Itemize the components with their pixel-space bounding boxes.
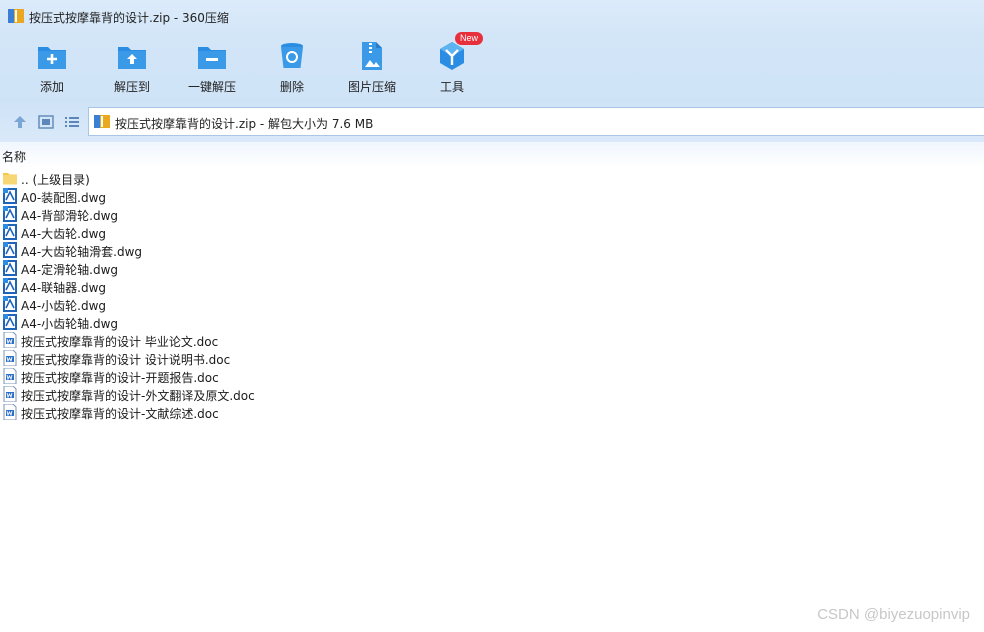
doc-file-icon [3, 404, 17, 420]
dwg-file-icon [3, 314, 17, 330]
new-badge: New [455, 32, 484, 45]
add-button[interactable]: 添加 [20, 34, 84, 100]
one-click-extract-button[interactable]: 一键解压 [180, 34, 244, 100]
doc-file-icon [3, 332, 17, 348]
add-folder-icon [38, 47, 66, 69]
file-row[interactable]: A4-背部滑轮.dwg [0, 205, 400, 223]
file-list: .. (上级目录) A0-装配图.dwg A4-背部滑轮.dwg A4-大齿轮.dwg… [0, 169, 400, 421]
zip-app-icon [8, 9, 24, 23]
file-name: 按压式按摩靠背的设计-文献综述.doc [21, 407, 219, 421]
file-row[interactable]: A4-定滑轮轴.dwg [0, 259, 400, 277]
file-name: .. (上级目录) [21, 173, 90, 187]
thumbnail-view-icon[interactable] [37, 113, 55, 131]
file-row[interactable]: 按压式按摩靠背的设计 设计说明书.doc [0, 349, 400, 367]
delete-label: 删除 [279, 80, 304, 94]
path-text: 按压式按摩靠背的设计.zip - 解包大小为 7.6 MB [115, 117, 374, 131]
file-name: 按压式按摩靠背的设计-开题报告.doc [21, 371, 219, 385]
doc-file-icon [3, 350, 17, 366]
address-bar: 按压式按摩靠背的设计.zip - 解包大小为 7.6 MB [0, 102, 984, 142]
list-view-icon[interactable] [63, 113, 81, 131]
file-name: A4-定滑轮轴.dwg [21, 263, 119, 277]
file-row[interactable]: .. (上级目录) [0, 169, 400, 187]
image-compress-icon [362, 42, 382, 70]
delete-icon [281, 43, 303, 68]
file-name: A4-大齿轮.dwg [21, 227, 107, 241]
extract-to-label: 解压到 [113, 80, 150, 94]
file-name: A4-大齿轮轴滑套.dwg [21, 245, 143, 259]
dwg-file-icon [3, 278, 17, 294]
file-name: A0-装配图.dwg [21, 191, 107, 205]
dwg-file-icon [3, 260, 17, 276]
dwg-file-icon [3, 224, 17, 240]
tools-label: 工具 [439, 80, 464, 94]
path-field[interactable]: 按压式按摩靠背的设计.zip - 解包大小为 7.6 MB [88, 107, 984, 136]
column-name-header[interactable]: 名称 [2, 148, 26, 165]
file-name: A4-小齿轮轴.dwg [21, 317, 119, 331]
file-row[interactable]: A4-小齿轮.dwg [0, 295, 400, 313]
delete-button[interactable]: 删除 [260, 34, 324, 100]
doc-file-icon [3, 386, 17, 402]
dwg-file-icon [3, 242, 17, 258]
file-name: 按压式按摩靠背的设计 设计说明书.doc [21, 353, 231, 367]
up-arrow-icon[interactable] [11, 113, 29, 131]
extract-to-icon [118, 47, 146, 69]
file-row[interactable]: 按压式按摩靠背的设计-文献综述.doc [0, 403, 400, 421]
file-row[interactable]: 按压式按摩靠背的设计-开题报告.doc [0, 367, 400, 385]
toolbar: 添加 解压到 一键解压 删除 图片压缩 New 工具 [0, 32, 984, 102]
dwg-file-icon [3, 296, 17, 312]
file-row[interactable]: 按压式按摩靠背的设计-外文翻译及原文.doc [0, 385, 400, 403]
dwg-file-icon [3, 188, 17, 204]
zip-archive-icon [94, 115, 110, 128]
file-row[interactable]: A4-大齿轮轴滑套.dwg [0, 241, 400, 259]
add-label: 添加 [39, 80, 64, 94]
window-title: 按压式按摩靠背的设计.zip - 360压缩 [29, 11, 229, 25]
tools-button[interactable]: New 工具 [420, 32, 484, 100]
dwg-file-icon [3, 206, 17, 222]
file-row[interactable]: A4-联轴器.dwg [0, 277, 400, 295]
extract-to-button[interactable]: 解压到 [100, 34, 164, 100]
file-name: 按压式按摩靠背的设计-外文翻译及原文.doc [21, 389, 255, 403]
file-row[interactable]: A4-小齿轮轴.dwg [0, 313, 400, 331]
file-name: 按压式按摩靠背的设计 毕业论文.doc [21, 335, 219, 349]
one-click-extract-label: 一键解压 [187, 80, 236, 94]
title-bar: 按压式按摩靠背的设计.zip - 360压缩 [0, 0, 984, 34]
file-name: A4-联轴器.dwg [21, 281, 107, 295]
file-row[interactable]: 按压式按摩靠背的设计 毕业论文.doc [0, 331, 400, 349]
folder-icon [3, 173, 17, 185]
file-row[interactable]: A0-装配图.dwg [0, 187, 400, 205]
doc-file-icon [3, 368, 17, 384]
image-compress-button[interactable]: 图片压缩 [340, 34, 404, 100]
one-click-extract-icon [198, 47, 226, 69]
file-name: A4-背部滑轮.dwg [21, 209, 119, 223]
file-name: A4-小齿轮.dwg [21, 299, 107, 313]
watermark: CSDN @biyezuopinvip [817, 606, 970, 623]
image-compress-label: 图片压缩 [347, 80, 396, 94]
column-header: 名称 [0, 142, 984, 168]
file-row[interactable]: A4-大齿轮.dwg [0, 223, 400, 241]
